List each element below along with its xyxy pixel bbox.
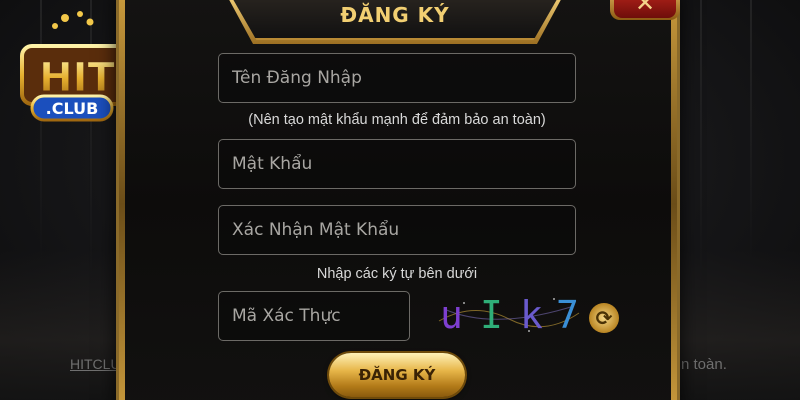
captcha-char: k — [520, 293, 543, 337]
register-submit-button[interactable]: ĐĂNG KÝ — [329, 353, 465, 397]
close-button[interactable]: ✕ — [610, 0, 680, 20]
background-footer-text: n toàn. — [681, 356, 727, 373]
background-footer-link: HITCLU — [70, 356, 121, 372]
register-submit-label: ĐĂNG KÝ — [358, 366, 436, 384]
close-icon: ✕ — [634, 0, 656, 17]
confirm-password-input[interactable] — [219, 206, 575, 254]
captcha-image: u I k 7 — [434, 291, 584, 341]
confirm-password-field[interactable] — [218, 205, 576, 255]
captcha-hint: Nhập các ký tự bên dưới — [316, 266, 478, 282]
captcha-char: I — [480, 293, 503, 337]
password-field[interactable] — [218, 139, 576, 189]
password-strength-hint: (Nên tạo mật khẩu mạnh để đảm bảo an toà… — [248, 112, 546, 128]
svg-text:.CLUB: .CLUB — [46, 99, 99, 118]
captcha-char: u — [440, 293, 463, 337]
captcha-refresh-button[interactable]: ⟳ — [589, 303, 619, 333]
modal-title: ĐĂNG KÝ — [340, 3, 450, 27]
refresh-icon: ⟳ — [595, 306, 613, 330]
captcha-field[interactable] — [218, 291, 410, 341]
username-input[interactable] — [219, 54, 575, 102]
svg-text:HIT: HIT — [39, 55, 115, 101]
captcha-char: 7 — [556, 293, 579, 337]
password-input[interactable] — [219, 140, 575, 188]
captcha-input[interactable] — [219, 292, 409, 340]
username-field[interactable] — [218, 53, 576, 103]
